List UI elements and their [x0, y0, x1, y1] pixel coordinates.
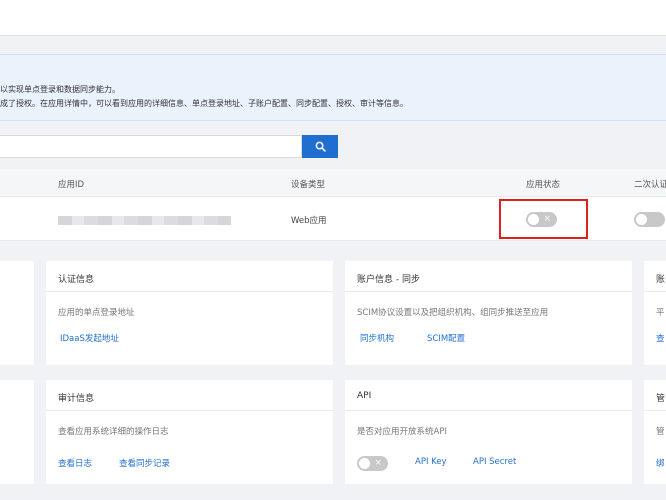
divider	[644, 410, 666, 411]
2fa-toggle[interactable]	[634, 212, 665, 227]
card-desc: 管	[656, 427, 665, 437]
card-desc: 查看应用系统详细的操作日志	[58, 427, 169, 437]
scim-config-link[interactable]: SCIM配置	[427, 332, 465, 344]
toggle-knob	[359, 458, 370, 469]
notice-line-1: 以实现单点登录和数据同步能力。	[0, 85, 120, 94]
card-link[interactable]: 绑	[656, 457, 665, 469]
search-input[interactable]	[0, 135, 302, 158]
card-desc: 应用的单点登录地址	[58, 308, 135, 318]
api-secret-link[interactable]: API Secret	[473, 457, 516, 467]
card-api: API 是否对应用开放系统API × API Key API Secret	[345, 380, 632, 484]
api-key-link[interactable]: API Key	[415, 457, 447, 467]
card-title: API	[357, 391, 372, 401]
divider	[644, 291, 666, 292]
notice-line-2: 成了授权。在应用详情中，可以看到应用的详细信息、单点登录地址、子账户配置、同步配…	[0, 99, 408, 108]
app-id-value-redacted	[58, 216, 231, 225]
card-account-sync: 账户信息 - 同步 SCIM协议设置以及把组织机构、组同步推送至应用 同步机构 …	[345, 261, 632, 365]
card-title: 账户信息 - 同步	[357, 275, 420, 285]
device-type-value: Web应用	[291, 216, 327, 226]
card-auth-info: 认证信息 应用的单点登录地址 IDaaS发起地址	[46, 261, 333, 365]
col-app-status: 应用状态	[526, 180, 561, 190]
sync-org-link[interactable]: 同步机构	[360, 332, 394, 344]
search-button[interactable]	[302, 135, 338, 158]
card-title: 账	[656, 275, 666, 285]
card-title: 认证信息	[58, 275, 95, 285]
card-left-top	[0, 261, 34, 365]
close-icon: ×	[374, 458, 382, 468]
card-desc: 平	[656, 308, 665, 318]
search-icon	[315, 141, 326, 152]
divider	[345, 291, 632, 292]
divider	[345, 410, 632, 411]
top-bar	[0, 0, 666, 36]
toggle-knob	[636, 214, 647, 225]
divider	[46, 410, 333, 411]
api-toggle[interactable]: ×	[357, 456, 388, 471]
col-app-id: 应用ID	[58, 180, 85, 190]
card-desc: 是否对应用开放系统API	[357, 427, 447, 437]
card-left-bottom	[0, 380, 34, 484]
table-header: 应用ID 设备类型 应用状态 二次认证	[0, 169, 666, 197]
highlight-box	[499, 199, 588, 239]
idaas-init-link[interactable]: IDaaS发起地址	[60, 332, 119, 344]
card-right-top: 账 平 查	[644, 261, 666, 365]
card-link[interactable]: 查	[656, 332, 665, 344]
view-sync-records-link[interactable]: 查看同步记录	[119, 457, 170, 469]
card-audit-info: 审计信息 查看应用系统详细的操作日志 查看日志 查看同步记录	[46, 380, 333, 484]
view-logs-link[interactable]: 查看日志	[58, 457, 92, 469]
card-desc: SCIM协议设置以及把组织机构、组同步推送至应用	[357, 308, 549, 318]
divider	[46, 291, 333, 292]
card-right-bottom: 管 管 绑	[644, 380, 666, 484]
col-device-type: 设备类型	[291, 180, 326, 190]
card-title: 管	[656, 394, 666, 404]
col-2fa: 二次认证	[634, 180, 666, 190]
info-notice: 以实现单点登录和数据同步能力。 成了授权。在应用详情中，可以看到应用的详细信息、…	[0, 54, 666, 121]
card-title: 审计信息	[58, 394, 95, 404]
